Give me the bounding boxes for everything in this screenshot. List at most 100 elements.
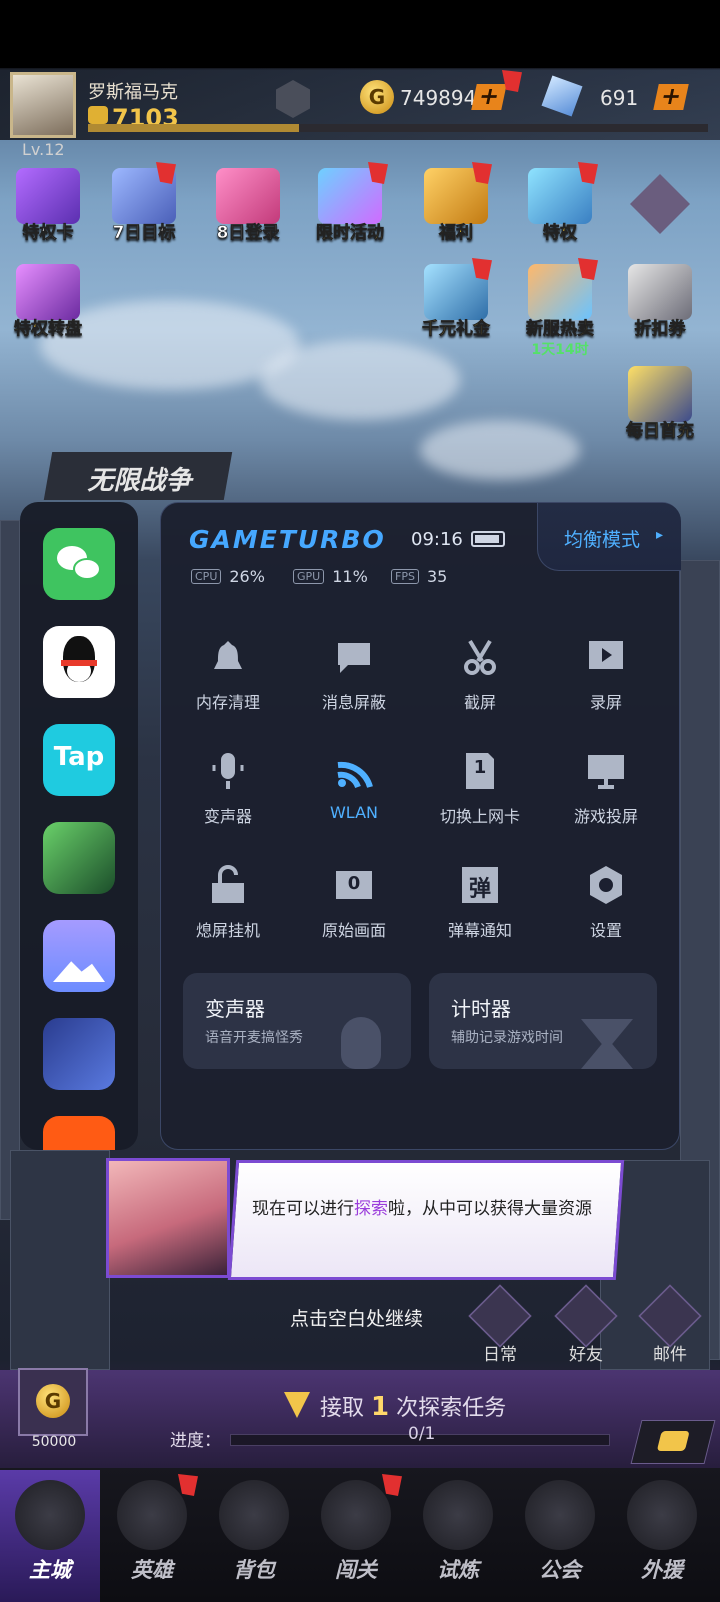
tool-label: 截屏	[463, 693, 496, 712]
gallery-icon[interactable]	[43, 920, 115, 992]
mode-banner-label: 无限战争	[87, 466, 192, 496]
qq-icon[interactable]	[43, 626, 115, 698]
game-cast-button[interactable]: 游戏投屏	[543, 751, 669, 827]
friends-button[interactable]: 好友	[552, 1284, 620, 1365]
trials-icon	[423, 1480, 493, 1550]
player-level: Lv.12	[22, 140, 65, 159]
timer-card[interactable]: 计时器 辅助记录游戏时间	[429, 973, 657, 1069]
gallery-mountain	[53, 961, 105, 982]
nav-support[interactable]: 外援	[612, 1470, 712, 1602]
gem-amount: 691	[600, 86, 639, 110]
xp-bar	[88, 124, 708, 132]
voice-changer-card[interactable]: 变声器 语音开麦搞怪秀	[183, 973, 411, 1069]
wechat-bubble	[73, 558, 101, 580]
chat-button[interactable]	[630, 1420, 716, 1464]
record-icon	[586, 637, 626, 677]
qq-scarf	[61, 660, 97, 666]
nav-backpack[interactable]: 背包	[204, 1470, 304, 1602]
taptap-text: Tap	[53, 742, 105, 772]
card-title: 变声器	[205, 997, 265, 1021]
nav-trials[interactable]: 试炼	[408, 1470, 508, 1602]
pixel-game-icon[interactable]	[43, 1018, 115, 1090]
daily-button[interactable]: 日常	[466, 1284, 534, 1365]
city-building	[0, 520, 20, 1220]
taobao-icon[interactable]	[43, 1116, 115, 1150]
cloud	[260, 340, 460, 420]
hourglass-icon	[581, 1019, 633, 1069]
tutorial-dialog[interactable]	[227, 1160, 625, 1280]
tool-label: 切换上网卡	[439, 807, 520, 826]
collapse-events-icon[interactable]	[630, 174, 690, 234]
reward-slot[interactable]: G	[18, 1368, 88, 1436]
screen-record-button[interactable]: 录屏	[543, 637, 669, 713]
battery-level	[475, 535, 499, 543]
wifi-icon	[334, 751, 374, 791]
settings-button[interactable]: 设置	[543, 865, 669, 941]
gameturbo-title: GAMETURBO	[189, 525, 386, 554]
topup-icon	[628, 366, 692, 422]
tool-label: WLAN	[329, 803, 378, 822]
switch-sim-button[interactable]: 1 切换上网卡	[417, 751, 543, 827]
event-label: 8日登录	[216, 223, 280, 244]
voice-changer-button[interactable]: 变声器	[165, 751, 291, 827]
task-prefix: 接取	[320, 1396, 365, 1421]
event-label: 限时活动	[308, 218, 392, 244]
task-title: 接取 1 次探索任务	[320, 1390, 506, 1422]
player-avatar[interactable]	[10, 72, 76, 138]
gold-coin-icon: G	[360, 80, 394, 114]
message-icon	[334, 637, 374, 677]
screen-off-button[interactable]: 熄屏挂机	[165, 865, 291, 941]
add-gem-button[interactable]: +	[653, 82, 689, 110]
nav-main-city[interactable]: 主城	[0, 1470, 100, 1602]
memory-clean-button[interactable]: 内存清理	[165, 637, 291, 713]
event-privilege-wheel[interactable]: 特权转盘	[6, 264, 90, 339]
event-daily-topup[interactable]: 每日首充	[618, 366, 702, 441]
guild-icon	[525, 1480, 595, 1550]
fps-tag: FPS	[391, 569, 419, 584]
card-subtitle: 语音开麦搞怪秀	[205, 1030, 303, 1046]
power-icon	[88, 106, 108, 124]
message-block-button[interactable]: 消息屏蔽	[291, 637, 417, 713]
game-icon[interactable]	[43, 822, 115, 894]
performance-mode-button[interactable]: 均衡模式 ▸	[537, 503, 681, 571]
event-coupon[interactable]: 折扣券	[618, 264, 702, 339]
support-icon	[627, 1480, 697, 1550]
event-label-text: 福利	[439, 223, 474, 244]
nav-label: 英雄	[131, 1558, 173, 1582]
coupon-icon	[628, 264, 692, 320]
event-8day-login[interactable]: 8日登录	[206, 168, 290, 243]
mode-banner[interactable]: 无限战争	[43, 452, 233, 500]
clock: 09:16	[411, 529, 463, 550]
xp-fill	[88, 124, 299, 132]
sim-card-icon: 1	[460, 751, 500, 791]
tool-label: 原始画面	[321, 921, 386, 940]
danmaku-icon: 弹	[460, 865, 500, 905]
continue-hint[interactable]: 点击空白处继续	[290, 1304, 423, 1331]
event-privilege-card[interactable]: 特权卡	[6, 168, 90, 243]
cloud	[420, 420, 580, 480]
cpu-tag: CPU	[191, 569, 222, 584]
login-box-icon	[216, 168, 280, 224]
add-gold-button[interactable]: +	[471, 82, 507, 110]
gold-amount: 749894	[400, 86, 477, 110]
nav-label: 试炼	[437, 1558, 479, 1582]
screenshot-button[interactable]: 截屏	[417, 637, 543, 713]
danmaku-notify-button[interactable]: 弹 弹幕通知	[417, 865, 543, 941]
nav-guild[interactable]: 公会	[510, 1470, 610, 1602]
wechat-icon[interactable]	[43, 528, 115, 600]
tool-label: 游戏投屏	[573, 807, 638, 826]
original-frame-button[interactable]: 0 原始画面	[291, 865, 417, 941]
mail-button[interactable]: 邮件	[636, 1284, 704, 1365]
taptap-icon[interactable]: Tap	[43, 724, 115, 796]
event-timer: 1天14时	[531, 342, 589, 358]
hero-icon	[117, 1480, 187, 1550]
wlan-button[interactable]: WLAN	[291, 751, 417, 822]
event-7day-goal[interactable]: 7日目标	[102, 168, 186, 243]
main-city-icon	[15, 1480, 85, 1550]
unlock-icon	[208, 865, 248, 905]
microphone-icon	[208, 751, 248, 791]
game-screen: 无限战争 Lv.12 罗斯福马克 7103 G 749894 + 691 + 特…	[0, 0, 720, 1602]
gold-coin-icon: G	[36, 1384, 70, 1418]
nav-label: 背包	[233, 1558, 275, 1582]
event-label: 折扣券	[618, 314, 702, 340]
